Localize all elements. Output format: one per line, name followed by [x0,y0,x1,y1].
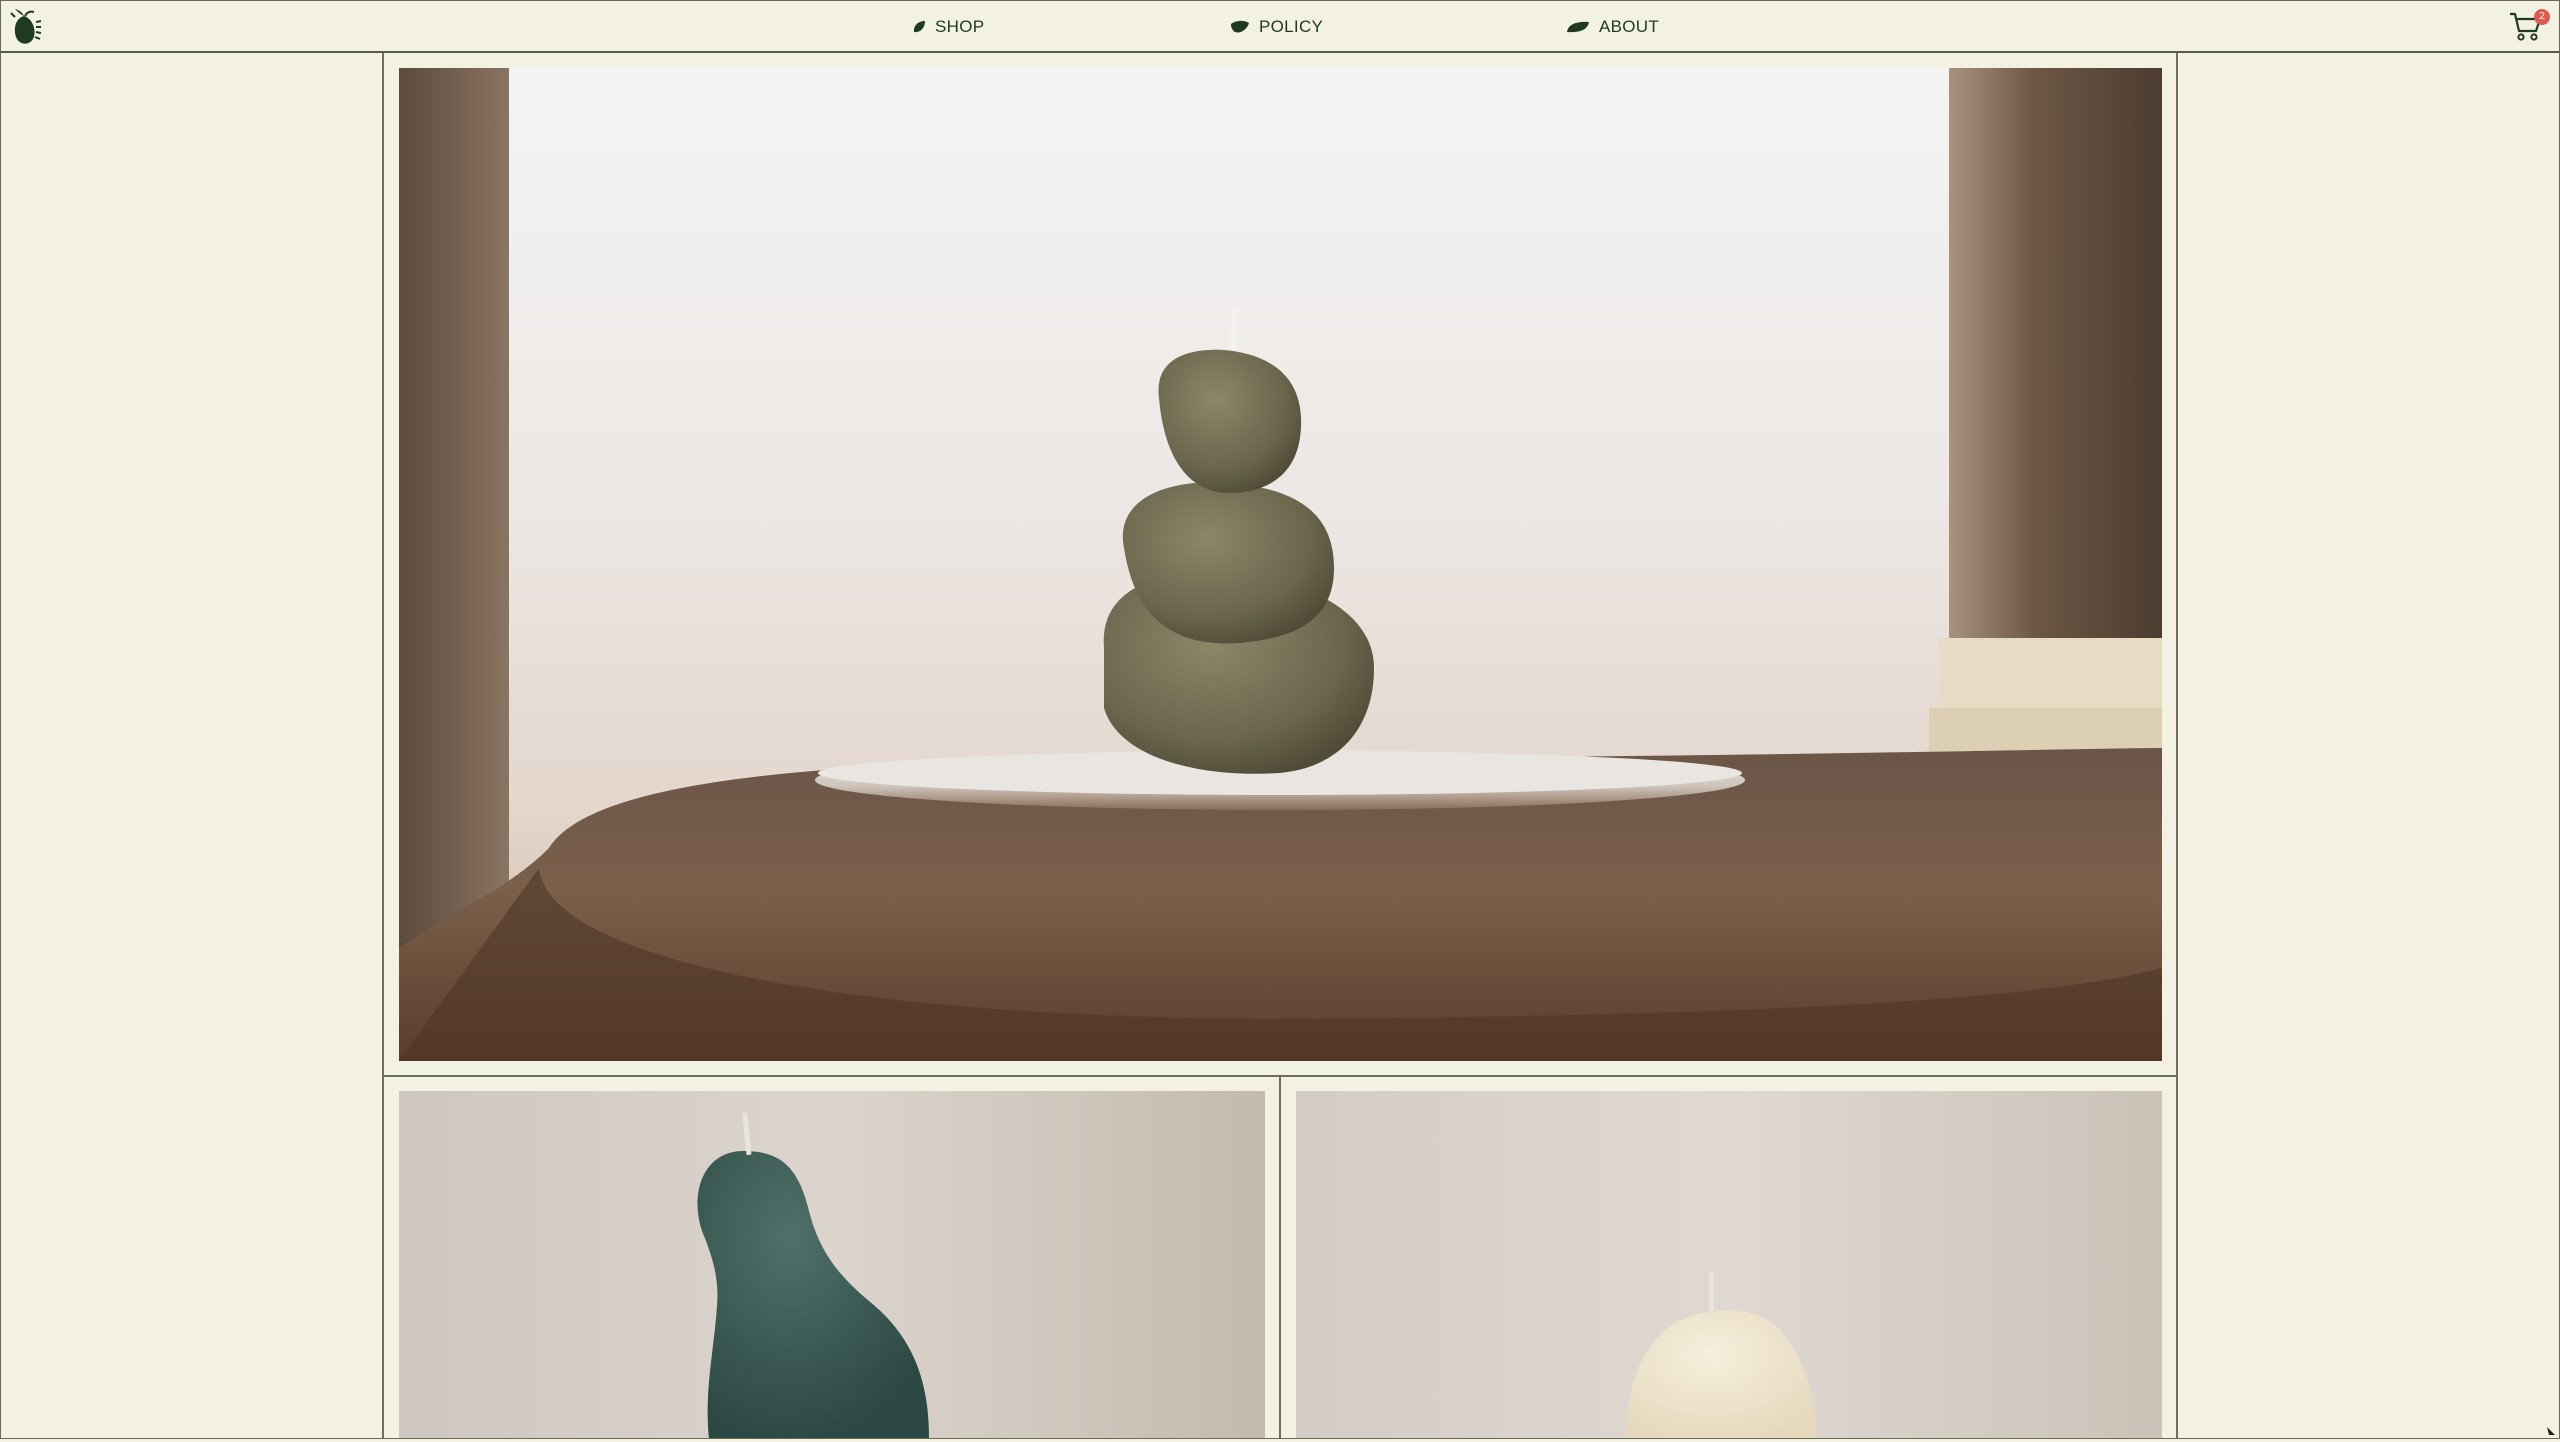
grid-divider-middle [1279,1075,1281,1439]
nav-shop-label: SHOP [935,17,985,36]
product-image-green-pear-candle[interactable] [399,1091,1265,1439]
nav-shop-link[interactable]: SHOP [912,14,984,40]
grid-divider-right [2176,53,2178,1439]
nav-policy-link[interactable]: POLICY [1230,14,1323,40]
grid-divider-left [382,53,384,1439]
site-header: SHOP POLICY ABOUT 2 [0,0,2560,53]
leaf-logo-icon[interactable] [9,6,43,48]
product-image-stacked-candle[interactable] [399,68,2162,1061]
nav-about-label: ABOUT [1599,17,1660,36]
leaf-large-icon [1566,20,1590,34]
leaf-small-icon [912,20,926,34]
nav-policy-label: POLICY [1259,17,1324,36]
cart-icon [2509,12,2543,47]
cart-count-badge: 2 [2534,9,2550,25]
resize-grip-icon[interactable] [2545,1424,2557,1436]
leaf-medium-icon [1230,20,1250,34]
product-image-cream-pear-candle[interactable] [1296,1091,2162,1439]
nav-about-link[interactable]: ABOUT [1566,14,1659,40]
